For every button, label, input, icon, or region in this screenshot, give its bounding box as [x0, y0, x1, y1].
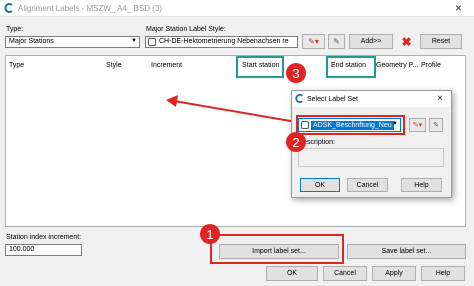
- callout-badge-2: 2: [286, 132, 306, 152]
- edit-style-icon: ✎▾: [308, 37, 319, 46]
- dialog-title: Select Label Set: [307, 96, 358, 103]
- apply-button-label: Apply: [385, 270, 403, 277]
- type-label: Type:: [6, 26, 24, 33]
- reset-button-label: Reset: [431, 38, 451, 45]
- type-select-value: Major Stations: [9, 38, 54, 45]
- delete-button[interactable]: ✖: [398, 34, 415, 49]
- ok-button-label: OK: [286, 270, 298, 277]
- dialog-cancel-button[interactable]: Cancel: [347, 178, 388, 192]
- dialog-ok-button[interactable]: OK: [300, 178, 340, 192]
- column-header-profile[interactable]: Profile: [421, 62, 441, 69]
- add-button-label: Add>>: [360, 38, 382, 45]
- title-bar: Alignment Labels - MSZW_ A4_ BSD (3) ×: [0, 0, 474, 17]
- increment-label: Station index increment:: [6, 234, 82, 241]
- column-header-geometry[interactable]: Geometry P...: [376, 62, 418, 69]
- callout-badge-3: 3: [286, 63, 306, 83]
- callout-badge-1: 1: [200, 224, 220, 244]
- apply-button[interactable]: Apply: [372, 266, 416, 281]
- close-icon[interactable]: ×: [455, 1, 462, 15]
- dialog-close-icon[interactable]: ×: [437, 93, 443, 104]
- save-label-set-button[interactable]: Save label set...: [347, 244, 466, 259]
- increment-value: 100.000: [9, 246, 35, 253]
- label-set-highlight: [296, 115, 405, 135]
- help-button[interactable]: Help: [421, 266, 465, 281]
- cancel-button[interactable]: Cancel: [323, 266, 367, 281]
- pick-style-icon: ✎: [333, 37, 340, 46]
- increment-input[interactable]: 100.000: [5, 244, 82, 256]
- end-station-highlight: [326, 56, 376, 78]
- help-button-label: Help: [435, 270, 451, 277]
- window-title: Alignment Labels - MSZW_ A4_ BSD (3): [18, 4, 163, 13]
- pick-style-button[interactable]: ✎: [328, 34, 345, 49]
- style-select-value: CH-DE-Hektometrierung Nebenachsen re: [159, 38, 289, 45]
- style-icon: [148, 38, 156, 46]
- dialog-edit-button[interactable]: ✎▾: [409, 118, 426, 132]
- delete-x-icon: ✖: [401, 34, 412, 49]
- dialog-pick-button[interactable]: ✎: [429, 118, 443, 132]
- edit-style-button[interactable]: ✎▾: [302, 34, 325, 49]
- chevron-down-icon: ▼: [131, 38, 137, 44]
- style-select[interactable]: CH-DE-Hektometrierung Nebenachsen re: [145, 36, 298, 48]
- type-select[interactable]: Major Stations ▼: [5, 36, 140, 48]
- callout-arrow: [166, 95, 309, 125]
- description-box: [298, 148, 444, 167]
- ok-button[interactable]: OK: [266, 266, 318, 281]
- style-label: Major Station Label Style:: [146, 26, 226, 33]
- dialog-help-button[interactable]: Help: [401, 178, 442, 192]
- dialog-logo-icon: [295, 94, 304, 103]
- import-highlight: [210, 234, 344, 264]
- cancel-button-label: Cancel: [334, 270, 356, 277]
- column-header-style[interactable]: Style: [106, 62, 122, 69]
- save-label-set-label: Save label set...: [381, 248, 432, 255]
- civil3d-logo-icon: [4, 3, 14, 13]
- dialog-pick-icon: ✎: [433, 122, 439, 129]
- add-button[interactable]: Add>>: [349, 34, 393, 49]
- column-header-type[interactable]: Type: [9, 62, 24, 69]
- column-header-increment[interactable]: Increment: [151, 62, 182, 69]
- dialog-edit-icon: ✎▾: [412, 122, 423, 129]
- reset-button[interactable]: Reset: [420, 34, 462, 49]
- start-station-highlight: [236, 56, 284, 78]
- dialog-cancel-label: Cancel: [356, 181, 379, 189]
- dialog-help-label: Help: [414, 181, 429, 189]
- dialog-ok-label: OK: [314, 181, 326, 189]
